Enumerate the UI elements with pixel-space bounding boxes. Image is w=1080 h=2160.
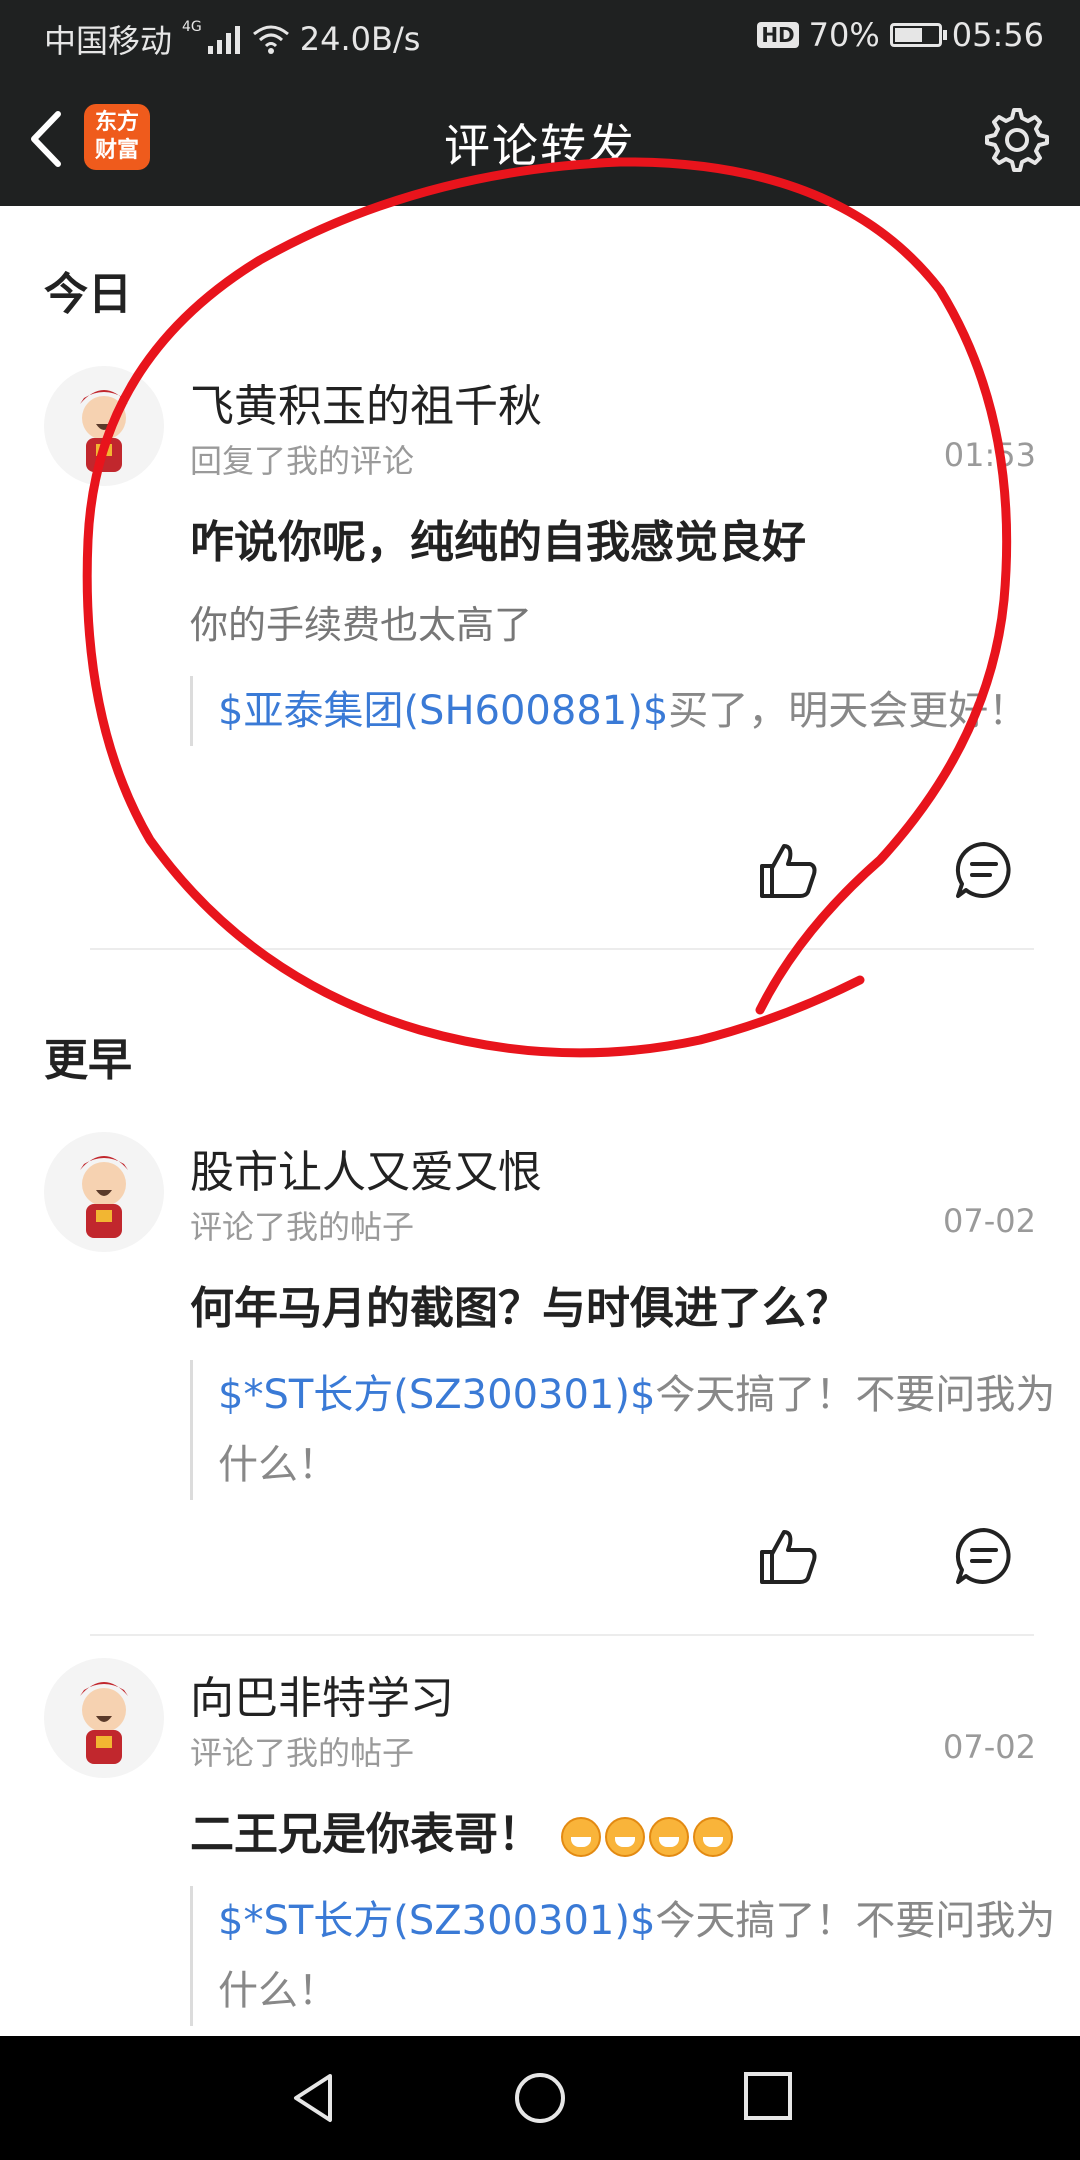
grin-emoji-icon [693, 1817, 734, 1857]
timestamp: 01:53 [943, 436, 1036, 474]
home-nav-icon[interactable] [512, 2070, 568, 2126]
timestamp: 07-02 [943, 1202, 1036, 1240]
divider [90, 948, 1034, 950]
quoted-comment: 你的手续费也太高了 [190, 603, 533, 647]
section-title-today: 今日 [44, 269, 132, 320]
list-item[interactable]: 飞黄积玉的祖千秋 回复了我的评论 01:53 咋说你呢，纯纯的自我感觉良好 你的… [0, 366, 1080, 956]
back-nav-icon[interactable] [286, 2070, 342, 2126]
battery-percent: 70% [808, 16, 880, 54]
reply-text-content: 二王兄是你表哥！ [190, 1809, 542, 1860]
comment-icon[interactable] [954, 840, 1014, 900]
grin-emoji-icon [649, 1817, 690, 1857]
status-bar: 中国移动 4G 24.0B/s HD 70% 05:56 [0, 0, 1080, 72]
stock-link[interactable]: $*ST长方(SZ300301)$ [218, 1372, 655, 1418]
reply-text[interactable]: 二王兄是你表哥！ [190, 1798, 734, 1862]
section-title-earlier: 更早 [44, 1035, 132, 1086]
quote-text: 买了，明天会更好！ [668, 688, 1029, 734]
network-type: 4G [182, 19, 202, 35]
list-item[interactable]: 向巴非特学习 评论了我的帖子 07-02 二王兄是你表哥！ $*ST长方(SZ3… [0, 1658, 1080, 2036]
recents-nav-icon[interactable] [742, 2070, 794, 2122]
avatar[interactable] [44, 366, 164, 486]
original-post-quote[interactable]: $亚泰集团(SH600881)$买了，明天会更好！ [190, 676, 1058, 746]
timestamp: 07-02 [943, 1728, 1036, 1766]
original-post-quote[interactable]: $*ST长方(SZ300301)$今天搞了！不要问我为什么！ [190, 1360, 1058, 1500]
original-post-quote[interactable]: $*ST长方(SZ300301)$今天搞了！不要问我为什么！ [190, 1886, 1058, 2026]
reply-text[interactable]: 何年马月的截图？与时俱进了么？ [190, 1272, 850, 1336]
action-text: 评论了我的帖子 [190, 1734, 415, 1772]
grin-emoji-icon [561, 1817, 602, 1857]
action-text: 评论了我的帖子 [190, 1208, 415, 1246]
stock-link[interactable]: $亚泰集团(SH600881)$ [218, 688, 668, 734]
grin-emoji-icon [605, 1817, 646, 1857]
avatar[interactable] [44, 1658, 164, 1778]
list-item[interactable]: 股市让人又爱又恨 评论了我的帖子 07-02 何年马月的截图？与时俱进了么？ $… [0, 1132, 1080, 1642]
header-bar: 东方 财富 评论转发 [0, 72, 1080, 206]
carrier-name: 中国移动 [44, 22, 173, 60]
avatar[interactable] [44, 1132, 164, 1252]
wifi-icon [252, 25, 289, 54]
settings-icon[interactable] [978, 104, 1050, 176]
hd-badge: HD [757, 22, 799, 48]
stock-link[interactable]: $*ST长方(SZ300301)$ [218, 1898, 655, 1944]
user-name[interactable]: 飞黄积玉的祖千秋 [190, 370, 542, 434]
user-name[interactable]: 股市让人又爱又恨 [190, 1136, 542, 1200]
divider [90, 1634, 1034, 1636]
network-speed: 24.0B/s [299, 20, 421, 58]
comment-icon[interactable] [954, 1526, 1014, 1586]
like-icon[interactable] [756, 1524, 820, 1588]
clock: 05:56 [951, 16, 1044, 54]
reply-text[interactable]: 咋说你呢，纯纯的自我感觉良好 [190, 506, 806, 570]
system-nav-bar [0, 2036, 1080, 2160]
action-text: 回复了我的评论 [190, 442, 415, 480]
like-icon[interactable] [756, 838, 820, 902]
page-title: 评论转发 [444, 119, 636, 173]
signal-icon [207, 26, 240, 54]
user-name[interactable]: 向巴非特学习 [190, 1662, 454, 1726]
battery-icon [889, 23, 947, 47]
